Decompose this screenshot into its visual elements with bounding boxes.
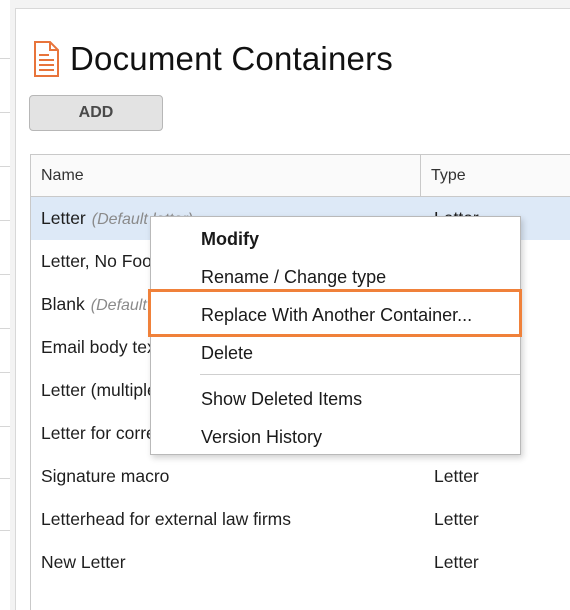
row-name: Email body text [41, 337, 161, 357]
column-header-type[interactable]: Type [421, 155, 570, 196]
row-name-cell: Letterhead for external law firms [31, 509, 421, 530]
menu-item-version-history[interactable]: Version History [151, 418, 520, 456]
table-row[interactable]: Letterhead for external law firms Letter [31, 498, 570, 541]
row-name: Signature macro [41, 466, 170, 486]
menu-item-delete[interactable]: Delete [151, 334, 520, 372]
page-title: Document Containers [70, 40, 393, 77]
menu-item-rename[interactable]: Rename / Change type [151, 258, 520, 296]
menu-item-replace[interactable]: Replace With Another Container... [151, 296, 520, 334]
column-header-name[interactable]: Name [31, 155, 421, 196]
row-type: Letter [434, 509, 479, 529]
row-name-cell: Signature macro [31, 466, 421, 487]
row-name: Letterhead for external law firms [41, 509, 291, 529]
row-name-cell: New Letter [31, 552, 421, 573]
table-row[interactable]: New Letter Letter [31, 541, 570, 584]
context-menu: Modify Rename / Change type Replace With… [150, 216, 521, 455]
menu-item-modify[interactable]: Modify [151, 220, 520, 258]
row-name: New Letter [41, 552, 126, 572]
menu-separator [200, 374, 520, 375]
page-header: Document Containers [32, 35, 393, 83]
row-type: Letter [434, 466, 479, 486]
row-name: Letter [41, 208, 86, 228]
add-button[interactable]: ADD [29, 95, 163, 131]
menu-item-show-deleted[interactable]: Show Deleted Items [151, 380, 520, 418]
table-header: Name Type [31, 155, 570, 197]
row-name: Blank [41, 294, 85, 314]
row-type: Letter [434, 552, 479, 572]
table-row[interactable]: Signature macro Letter [31, 455, 570, 498]
document-icon [34, 41, 59, 77]
